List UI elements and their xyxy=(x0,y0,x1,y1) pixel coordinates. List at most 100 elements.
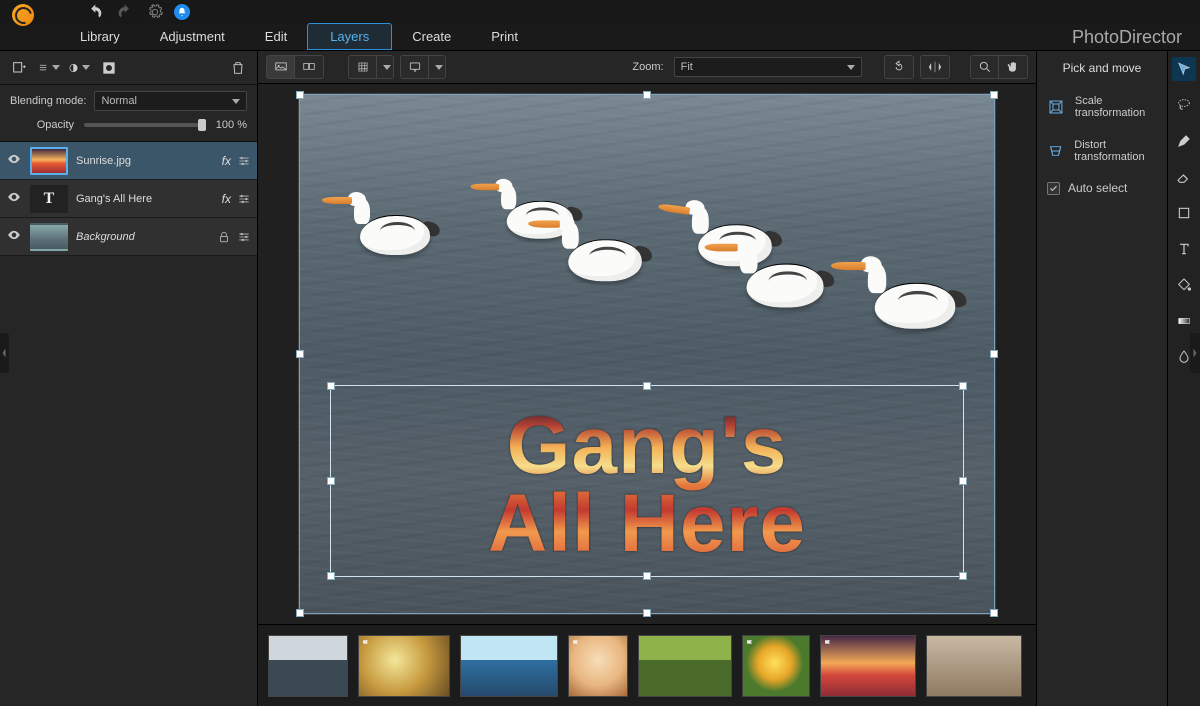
zoom-value: Fit xyxy=(681,61,693,73)
main-header: Library Adjustment Edit Layers Create Pr… xyxy=(0,24,1200,50)
opacity-label: Opacity xyxy=(10,119,74,131)
right-panel: Pick and move Scale transformation Disto… xyxy=(1036,51,1200,706)
layer-name: Gang's All Here xyxy=(76,193,214,205)
grid-icon[interactable] xyxy=(349,56,377,78)
opacity-slider[interactable] xyxy=(84,123,206,127)
app-logo-icon xyxy=(12,4,34,26)
zoom-select[interactable]: Fit xyxy=(674,57,862,77)
layer-row[interactable]: Background xyxy=(0,218,257,256)
delete-layer-icon[interactable] xyxy=(227,57,249,79)
view-single-icon[interactable] xyxy=(267,56,295,78)
undo-icon[interactable] xyxy=(84,1,106,23)
filmstrip-thumb[interactable] xyxy=(926,635,1022,697)
tab-adjustment[interactable]: Adjustment xyxy=(140,23,245,50)
grid-group xyxy=(348,55,394,79)
blend-mode-label: Blending mode: xyxy=(10,95,86,107)
settings-gear-icon[interactable] xyxy=(144,1,166,23)
layer-row[interactable]: T Gang's All Here fx xyxy=(0,180,257,218)
canvas-viewport[interactable]: Gang'sAll Here xyxy=(258,84,1036,624)
tab-edit[interactable]: Edit xyxy=(245,23,307,50)
visibility-icon[interactable] xyxy=(6,228,22,245)
layer-row[interactable]: Sunrise.jpg fx xyxy=(0,142,257,180)
scale-transformation-button[interactable]: Scale transformation xyxy=(1043,89,1161,133)
add-layer-icon[interactable] xyxy=(8,57,30,79)
filmstrip-thumb[interactable] xyxy=(638,635,732,697)
layer-options-icon[interactable] xyxy=(237,154,251,168)
fx-icon[interactable]: fx xyxy=(222,192,231,206)
tool-options-title: Pick and move xyxy=(1043,61,1161,75)
redo-icon[interactable] xyxy=(114,1,136,23)
layer-thumb: T xyxy=(30,185,68,213)
tab-library[interactable]: Library xyxy=(60,23,140,50)
view-mode-group xyxy=(266,55,324,79)
chevron-down-icon xyxy=(847,65,855,70)
grid-menu-icon[interactable] xyxy=(377,56,393,78)
flag-icon xyxy=(745,638,755,648)
shape-tool-icon[interactable] xyxy=(1172,201,1196,225)
main-tabs: Library Adjustment Edit Layers Create Pr… xyxy=(60,24,538,50)
mask-icon[interactable] xyxy=(98,57,120,79)
canvas[interactable]: Gang'sAll Here xyxy=(299,94,995,614)
pen-tool-icon[interactable] xyxy=(1172,129,1196,153)
filmstrip-thumb[interactable] xyxy=(742,635,810,697)
tab-layers[interactable]: Layers xyxy=(307,23,392,50)
auto-select-checkbox[interactable]: Auto select xyxy=(1043,177,1161,199)
collapse-right-icon[interactable] xyxy=(1190,333,1200,373)
layer-options-icon[interactable] xyxy=(237,230,251,244)
text-tool-icon[interactable] xyxy=(1172,237,1196,261)
eraser-tool-icon[interactable] xyxy=(1172,165,1196,189)
center-area: Zoom: Fit xyxy=(258,51,1036,706)
app-brand: PhotoDirector xyxy=(1072,27,1182,50)
layer-thumb xyxy=(30,223,68,251)
adjustment-layer-icon[interactable] xyxy=(68,57,90,79)
filmstrip xyxy=(258,624,1036,706)
vertical-toolstrip xyxy=(1168,51,1200,706)
filmstrip-thumb[interactable] xyxy=(568,635,628,697)
canvas-toolbar: Zoom: Fit xyxy=(258,51,1036,84)
flag-icon xyxy=(571,638,581,648)
tab-create[interactable]: Create xyxy=(392,23,471,50)
notifications-icon[interactable] xyxy=(174,4,190,20)
display-group xyxy=(400,55,446,79)
tab-print[interactable]: Print xyxy=(471,23,538,50)
distort-label: Distort transformation xyxy=(1074,139,1157,163)
flag-icon xyxy=(823,638,833,648)
layer-menu-icon[interactable] xyxy=(38,57,60,79)
fill-tool-icon[interactable] xyxy=(1172,273,1196,297)
visibility-icon[interactable] xyxy=(6,152,22,169)
distort-transformation-button[interactable]: Distort transformation xyxy=(1043,133,1161,177)
layer-thumb xyxy=(30,147,68,175)
layers-panel-toolbar xyxy=(0,51,257,85)
view-compare-icon[interactable] xyxy=(295,56,323,78)
selection-box[interactable] xyxy=(330,385,964,577)
filmstrip-thumb[interactable] xyxy=(358,635,450,697)
collapse-left-icon[interactable] xyxy=(0,333,9,373)
visibility-icon[interactable] xyxy=(6,190,22,207)
filmstrip-thumb[interactable] xyxy=(460,635,558,697)
tool-options: Pick and move Scale transformation Disto… xyxy=(1037,51,1168,706)
mirror-icon[interactable] xyxy=(921,56,949,78)
rotate-icon[interactable] xyxy=(885,56,913,78)
layer-list: Sunrise.jpg fx T Gang's All Here fx Back… xyxy=(0,141,257,256)
fx-icon[interactable]: fx xyxy=(222,154,231,168)
layer-options-icon[interactable] xyxy=(237,192,251,206)
layers-panel: Blending mode: Normal Opacity 100 % Sunr… xyxy=(0,51,258,706)
chevron-down-icon xyxy=(232,99,240,104)
pan-tool-icon[interactable] xyxy=(999,56,1027,78)
blend-mode-select[interactable]: Normal xyxy=(94,91,247,111)
filmstrip-thumb[interactable] xyxy=(820,635,916,697)
display-menu-icon[interactable] xyxy=(429,56,445,78)
display-icon[interactable] xyxy=(401,56,429,78)
lasso-tool-icon[interactable] xyxy=(1172,93,1196,117)
layer-name: Background xyxy=(76,231,209,243)
move-tool-icon[interactable] xyxy=(1172,57,1196,81)
lock-icon[interactable] xyxy=(217,230,231,244)
zoom-label: Zoom: xyxy=(632,61,663,73)
auto-select-label: Auto select xyxy=(1068,181,1127,195)
blend-mode-value: Normal xyxy=(101,95,136,107)
zoom-tool-icon[interactable] xyxy=(971,56,999,78)
system-toolbar xyxy=(0,0,1200,24)
gradient-tool-icon[interactable] xyxy=(1172,309,1196,333)
opacity-value: 100 % xyxy=(216,119,247,131)
filmstrip-thumb[interactable] xyxy=(268,635,348,697)
